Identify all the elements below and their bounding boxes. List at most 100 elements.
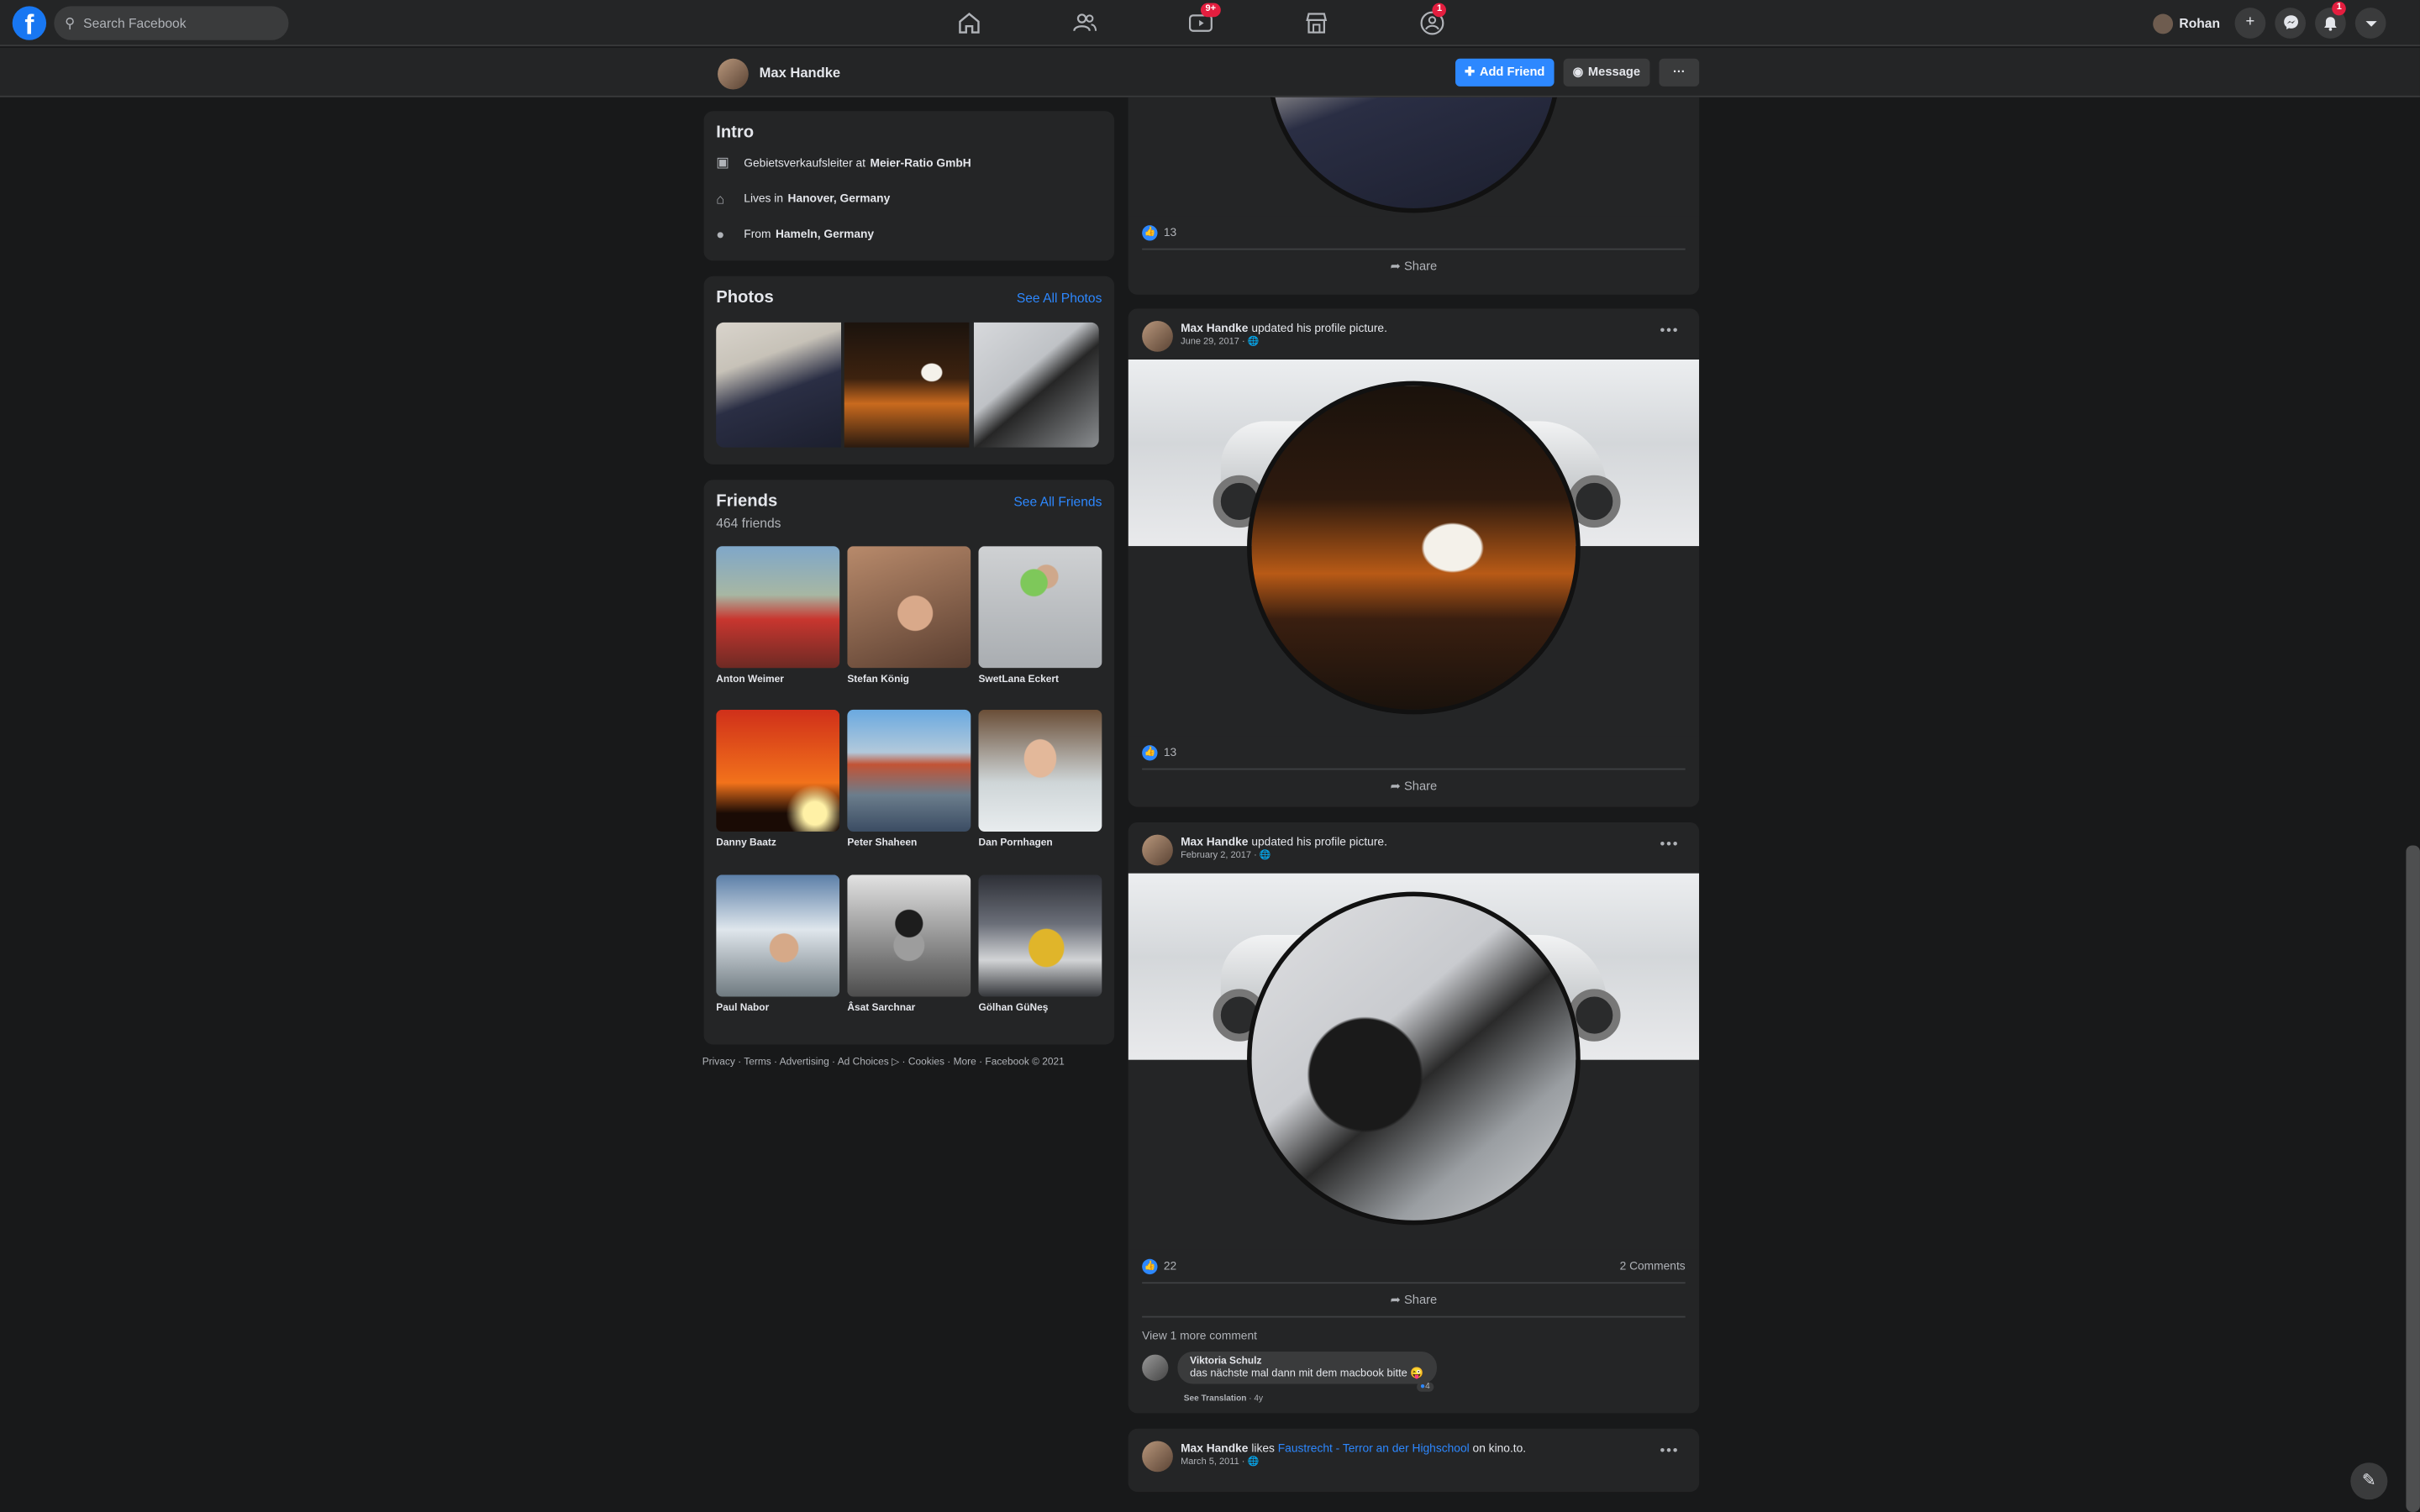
reactions-row: 👍 13 <box>1142 216 1686 250</box>
friend-photo[interactable] <box>847 709 971 832</box>
friend-name[interactable]: Paul Nabor <box>716 1003 839 1014</box>
more-options-button[interactable]: ··· <box>1659 58 1700 87</box>
friend-name[interactable]: Danny Baatz <box>716 837 839 848</box>
add-friend-label: Add Friend <box>1479 65 1545 79</box>
author-avatar[interactable] <box>1142 834 1173 866</box>
author-avatar[interactable] <box>1142 321 1173 352</box>
watch-icon[interactable]: 9+ <box>1186 3 1221 37</box>
home-icon[interactable] <box>955 9 983 37</box>
friend-name[interactable]: Stefan König <box>847 675 971 685</box>
like-icon: 👍 <box>1142 1258 1158 1275</box>
friend-tile[interactable]: Peter Shaheen <box>847 709 971 848</box>
like-count[interactable]: 22 <box>1164 1259 1176 1273</box>
share-button[interactable]: ➦ Share <box>1142 1284 1686 1318</box>
comment-text: das nächste mal dann mit dem macbook bit… <box>1190 1368 1424 1380</box>
friend-tile[interactable]: Paul Nabor <box>716 874 840 1014</box>
author-avatar[interactable] <box>1142 1441 1173 1473</box>
friend-tile[interactable]: Âsat Sarchnar <box>847 874 971 1014</box>
like-count[interactable]: 13 <box>1164 225 1176 239</box>
author-name[interactable]: Max Handke <box>1181 1441 1248 1455</box>
friend-name[interactable]: Dan Pornhagen <box>978 837 1102 848</box>
friend-photo[interactable] <box>978 709 1102 832</box>
more-dots-icon: ··· <box>1672 65 1686 79</box>
friend-photo[interactable] <box>847 546 971 669</box>
commenter-avatar[interactable] <box>1142 1354 1169 1381</box>
friend-photo[interactable] <box>716 709 840 832</box>
friend-tile[interactable]: Dan Pornhagen <box>978 709 1102 848</box>
from-place-link[interactable]: Hameln, Germany <box>776 227 874 241</box>
friend-photo[interactable] <box>847 874 971 997</box>
friend-name[interactable]: Gölhan GüNeş <box>978 1003 1102 1014</box>
friends-nav-icon[interactable] <box>1071 9 1099 37</box>
post-card: 👍 13 ➦ Share <box>1128 97 1700 295</box>
photos-card: Photos See All Photos <box>703 276 1115 465</box>
reactions-row: 👍 22 2 Comments <box>1142 1250 1686 1284</box>
friend-tile[interactable]: Stefan König <box>847 546 971 685</box>
post-image[interactable] <box>1128 359 1700 737</box>
friend-photo[interactable] <box>716 874 840 997</box>
account-chevron-down-icon[interactable] <box>2354 8 2386 39</box>
profile-picture-circle[interactable] <box>1247 381 1581 715</box>
friend-name[interactable]: Âsat Sarchnar <box>847 1003 971 1014</box>
watch-badge: 9+ <box>1200 3 1221 18</box>
post-more-icon[interactable]: ••• <box>1660 1442 1679 1457</box>
friend-tile[interactable]: Gölhan GüNeş <box>978 874 1102 1014</box>
friend-tile[interactable]: SwetLana Eckert <box>978 546 1102 685</box>
liked-page-link[interactable]: Faustrecht - Terror an der Highschool <box>1278 1441 1470 1455</box>
friend-tile[interactable]: Anton Weimer <box>716 546 840 685</box>
new-message-compose-icon[interactable]: ✎ <box>2350 1462 2388 1500</box>
friend-photo[interactable] <box>978 874 1102 997</box>
photo-thumbnail[interactable] <box>716 322 842 448</box>
commenter-name[interactable]: Viktoria Schulz <box>1190 1356 1423 1367</box>
search-input[interactable]: ⚲ Search Facebook <box>54 6 289 40</box>
messenger-icon[interactable] <box>2275 8 2307 39</box>
post-action: updated his profile picture. <box>1251 321 1387 335</box>
page: f ⚲ Search Facebook 9+ 1 Rohan + 1 Max H… <box>0 0 2420 1512</box>
post-action: likes <box>1251 1441 1275 1456</box>
groups-icon[interactable]: 1 <box>1418 3 1447 37</box>
see-all-friends-link[interactable]: See All Friends <box>1013 494 1102 509</box>
friend-name[interactable]: Anton Weimer <box>716 675 839 685</box>
post-more-icon[interactable]: ••• <box>1660 836 1679 851</box>
friend-photo[interactable] <box>716 546 840 669</box>
post-more-icon[interactable]: ••• <box>1660 323 1679 338</box>
profile-picture-circle[interactable] <box>1266 97 1560 213</box>
share-button[interactable]: ➦ Share <box>1128 250 1700 284</box>
work-place-link[interactable]: Meier-Ratio GmbH <box>871 156 971 171</box>
photo-thumbnail[interactable] <box>973 322 1099 448</box>
footer-links[interactable]: Privacy · Terms · Advertising · Ad Choic… <box>702 1055 1065 1068</box>
message-button[interactable]: ◉ Message <box>1563 58 1650 87</box>
author-name[interactable]: Max Handke <box>1181 321 1248 335</box>
author-name[interactable]: Max Handke <box>1181 835 1248 849</box>
lives-place-link[interactable]: Hanover, Germany <box>788 192 891 206</box>
post-card: Max Handke updated his profile picture. … <box>1128 822 1700 1414</box>
post-date[interactable]: March 5, 2011 · 🌐 <box>1181 1457 1259 1467</box>
profile-name[interactable]: Max Handke <box>760 65 840 80</box>
profile-shortcut[interactable]: Rohan <box>2153 9 2220 37</box>
comment-reactions[interactable]: ●4 <box>1417 1382 1434 1392</box>
create-plus-icon[interactable]: + <box>2234 8 2266 39</box>
post-date[interactable]: June 29, 2017 · 🌐 <box>1181 336 1259 347</box>
like-count[interactable]: 13 <box>1164 745 1176 759</box>
comments-count-link[interactable]: 2 Comments <box>1620 1259 1686 1273</box>
marketplace-icon[interactable] <box>1302 9 1330 37</box>
friend-photo[interactable] <box>978 546 1102 669</box>
see-all-photos-link[interactable]: See All Photos <box>1017 290 1102 305</box>
add-friend-button[interactable]: ✚ Add Friend <box>1455 58 1555 87</box>
post-image[interactable] <box>1128 97 1700 217</box>
facebook-logo-icon[interactable]: f <box>12 6 47 40</box>
profile-picture-circle[interactable] <box>1247 891 1581 1226</box>
intro-title: Intro <box>716 123 755 142</box>
friend-name[interactable]: Peter Shaheen <box>847 837 971 848</box>
profile-avatar[interactable] <box>718 58 749 90</box>
friend-tile[interactable]: Danny Baatz <box>716 709 840 848</box>
friend-name[interactable]: SwetLana Eckert <box>978 675 1102 685</box>
page-scrollbar[interactable] <box>2406 845 2420 1512</box>
notifications-bell-icon[interactable]: 1 <box>2315 1 2347 39</box>
share-label: Share <box>1403 779 1438 794</box>
share-button[interactable]: ➦ Share <box>1128 770 1700 804</box>
see-translation-link[interactable]: See Translation <box>1184 1394 1247 1404</box>
post-date[interactable]: February 2, 2017 · 🌐 <box>1181 850 1270 861</box>
post-image[interactable] <box>1128 873 1700 1250</box>
photo-thumbnail[interactable] <box>844 322 970 448</box>
